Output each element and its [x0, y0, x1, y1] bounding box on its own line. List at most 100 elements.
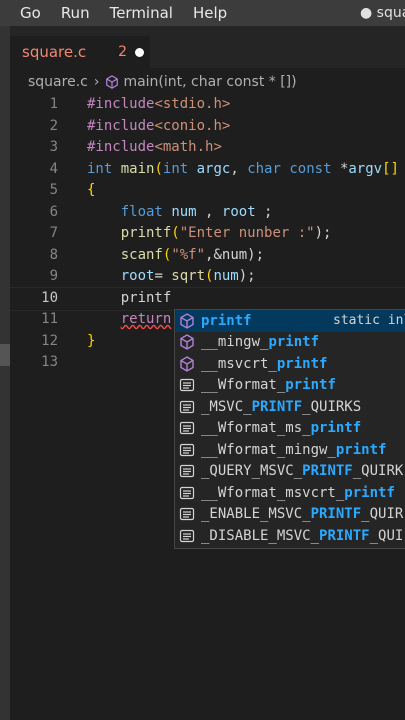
code-line: return: [87, 311, 172, 327]
suggestion-label: __Wformat_msvcrt_printf: [201, 485, 395, 501]
current-line-highlight: [10, 287, 405, 311]
suggestion-match: printf: [268, 334, 320, 351]
code-line: #include<math.h>: [87, 139, 222, 155]
punctuation: =: [154, 268, 172, 284]
menu-terminal[interactable]: Terminal: [110, 4, 173, 22]
line-number: 7: [49, 225, 58, 241]
suggestion-match: PRINTF: [319, 527, 370, 544]
cube-icon: [106, 75, 119, 89]
tab-square-c[interactable]: square.c 2: [10, 36, 150, 68]
breadcrumb-file[interactable]: square.c: [28, 74, 88, 90]
suggestion-prefix: _QUERY_MSVC_: [201, 463, 303, 480]
suggestion-suffix: _QUIRK: [352, 463, 404, 480]
preprocessor-directive: #include: [87, 96, 155, 112]
keyword: int: [87, 161, 113, 177]
text-icon: [179, 463, 195, 479]
tab-bar: square.c 2: [10, 26, 405, 68]
text-icon: [179, 442, 195, 458]
include-header: <stdio.h>: [154, 96, 231, 112]
code-line: float num , root ;: [87, 204, 273, 220]
suggestion-label: __Wformat_ms_printf: [201, 420, 361, 436]
keyword: const: [289, 161, 332, 177]
suggestion-prefix: __mingw_: [201, 334, 269, 351]
suggestion-prefix: __Wformat_mingw_: [201, 441, 336, 458]
punctuation: );: [314, 225, 332, 241]
code-line: {: [87, 182, 96, 198]
suggestion-item[interactable]: __Wformat_printf: [175, 375, 405, 397]
suggestion-item[interactable]: printf static inl: [175, 310, 405, 332]
preprocessor-directive: #include: [87, 118, 155, 134]
line-number: 9: [49, 268, 58, 284]
variable: root: [120, 268, 155, 284]
code-line: scanf("%f",&num);: [87, 247, 264, 263]
cube-icon: [179, 312, 195, 329]
punctuation: ;: [255, 204, 273, 220]
suggestion-label: __Wformat_mingw_printf: [201, 442, 386, 458]
code-line: root= sqrt(num);: [87, 268, 256, 284]
suggestion-label: __Wformat_printf: [201, 377, 336, 393]
bracket: []: [382, 161, 399, 177]
menu-run[interactable]: Run: [61, 4, 90, 22]
suggestion-item[interactable]: __mingw_printf: [175, 332, 405, 354]
menu-go[interactable]: Go: [20, 4, 41, 22]
activity-bar: [0, 26, 10, 720]
suggestion-match: printf: [335, 441, 387, 458]
suggestion-prefix: _ENABLE_MSVC_: [201, 506, 311, 523]
bracket: (: [171, 225, 180, 241]
line-number: 11: [41, 311, 58, 327]
suggestion-match: printf: [310, 420, 362, 437]
suggestion-prefix: __msvcrt_: [201, 355, 277, 372]
suggestion-item[interactable]: _DISABLE_MSVC_PRINTF_QUI: [175, 525, 405, 547]
autocomplete-widget[interactable]: printf static inl __mingw_printf __msvcrt_p…: [174, 309, 405, 549]
function-name: printf: [120, 225, 172, 241]
suggestion-item[interactable]: __Wformat_ms_printf: [175, 418, 405, 440]
unsaved-dot-icon[interactable]: [135, 47, 145, 57]
keyword: float: [120, 204, 163, 220]
text-icon: [179, 399, 195, 415]
variable: root: [221, 204, 256, 220]
suggestion-item[interactable]: _ENABLE_MSVC_PRINTF_QUIR: [175, 504, 405, 526]
suggestion-label: _DISABLE_MSVC_PRINTF_QUI: [201, 528, 403, 544]
suggestion-label: _QUERY_MSVC_PRINTF_QUIRK: [201, 463, 403, 479]
text-icon: [179, 377, 195, 393]
tab-label: square.c: [22, 43, 87, 61]
suggestion-prefix: _MSVC_: [201, 398, 252, 415]
text-icon: [179, 485, 195, 501]
suggestion-prefix: _DISABLE_MSVC_: [201, 527, 320, 544]
problem-count-badge: 2: [118, 44, 128, 60]
line-number: 4: [49, 161, 58, 177]
menu-help[interactable]: Help: [193, 4, 227, 22]
suggestion-match: printf: [285, 377, 336, 394]
text-icon: [179, 420, 195, 436]
text-icon: [179, 506, 195, 522]
suggestion-prefix: __Wformat_ms_: [201, 420, 311, 437]
breadcrumb-symbol[interactable]: main(int, char const * []): [123, 74, 296, 90]
keyword: char: [247, 161, 281, 177]
suggestion-match: PRINTF: [302, 463, 353, 480]
line-number-active: 10: [41, 290, 58, 306]
line-number: 12: [41, 333, 58, 349]
suggestion-label: __mingw_printf: [201, 334, 319, 350]
window-title: ● square: [360, 5, 405, 21]
punctuation: *: [331, 161, 349, 177]
suggestion-item[interactable]: __Wformat_mingw_printf: [175, 439, 405, 461]
suggestion-prefix: __Wformat_msvcrt_: [201, 484, 345, 501]
variable: num: [213, 268, 239, 284]
suggestion-match: printf: [276, 355, 328, 372]
suggestion-match: printf: [201, 312, 252, 329]
line-number: 5: [49, 182, 58, 198]
suggestion-item[interactable]: _QUERY_MSVC_PRINTF_QUIRK: [175, 461, 405, 483]
include-header: <math.h>: [154, 139, 222, 155]
suggestion-item[interactable]: __msvcrt_printf: [175, 353, 405, 375]
preprocessor-directive: #include: [87, 139, 155, 155]
suggestion-item[interactable]: _MSVC_PRINTF_QUIRKS: [175, 396, 405, 418]
parameter: argv: [348, 161, 383, 177]
function-name: scanf: [120, 247, 163, 263]
suggestion-label: _ENABLE_MSVC_PRINTF_QUIR: [201, 506, 403, 522]
activity-bar-highlight[interactable]: [0, 344, 10, 366]
cube-icon: [179, 334, 195, 351]
suggestion-suffix: _QUIR: [361, 506, 404, 523]
suggestion-item[interactable]: __Wformat_msvcrt_printf: [175, 482, 405, 504]
breadcrumb: square.c › main(int, char const * []): [28, 73, 297, 91]
punctuation: ,&num);: [205, 247, 265, 263]
